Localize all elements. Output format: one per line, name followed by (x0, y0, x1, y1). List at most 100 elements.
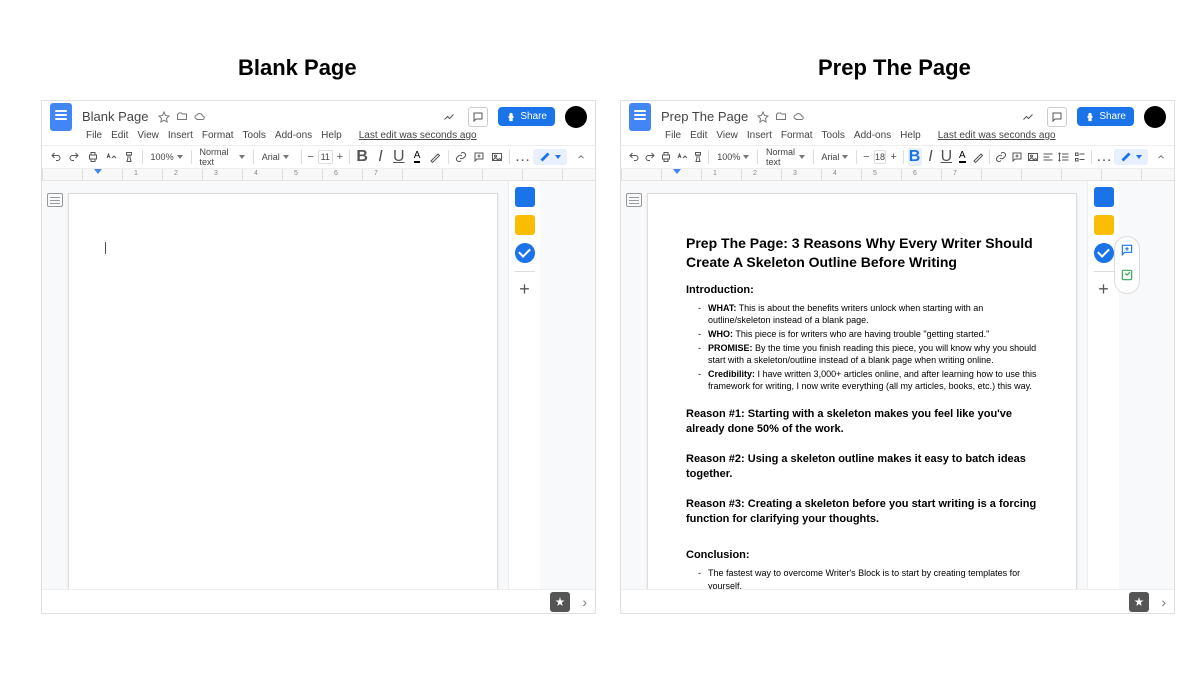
style-select[interactable]: Normal text (762, 148, 809, 166)
bold-button[interactable]: B (354, 148, 370, 166)
hide-menus-button[interactable] (573, 148, 589, 166)
insert-image-button[interactable] (489, 148, 505, 166)
tasks-icon[interactable] (1094, 243, 1114, 263)
menu-view[interactable]: View (716, 130, 738, 141)
line-spacing-button[interactable] (1057, 148, 1071, 166)
font-size-input[interactable]: 11 (318, 150, 333, 164)
activity-icon[interactable] (1021, 110, 1035, 124)
last-edit-link[interactable]: Last edit was seconds ago (359, 130, 477, 141)
keep-icon[interactable] (1094, 215, 1114, 235)
undo-button[interactable] (627, 148, 641, 166)
menu-help[interactable]: Help (321, 130, 342, 141)
underline-button[interactable]: U (939, 148, 953, 166)
increase-font-button[interactable]: + (888, 151, 898, 163)
move-icon[interactable] (774, 110, 788, 124)
star-icon[interactable] (756, 110, 770, 124)
menu-addons[interactable]: Add-ons (854, 130, 891, 141)
menu-format[interactable]: Format (202, 130, 234, 141)
side-panel-toggle-icon[interactable]: › (582, 594, 587, 610)
spellcheck-button[interactable] (675, 148, 689, 166)
paint-format-button[interactable] (121, 148, 137, 166)
cloud-saved-icon[interactable] (792, 110, 806, 124)
menu-file[interactable]: File (665, 130, 681, 141)
account-avatar[interactable] (1144, 106, 1166, 128)
account-avatar[interactable] (565, 106, 587, 128)
editing-mode-button[interactable] (1114, 149, 1148, 165)
document-outline-icon[interactable] (47, 193, 63, 207)
style-select[interactable]: Normal text (195, 148, 248, 166)
print-button[interactable] (659, 148, 673, 166)
text-color-button[interactable]: A (955, 148, 969, 166)
align-button[interactable] (1042, 148, 1056, 166)
comment-history-button[interactable] (468, 107, 488, 127)
menu-view[interactable]: View (137, 130, 159, 141)
redo-button[interactable] (66, 148, 82, 166)
hide-menus-button[interactable] (1154, 148, 1168, 166)
font-select[interactable]: Arial (817, 148, 852, 166)
menu-format[interactable]: Format (781, 130, 813, 141)
last-edit-link[interactable]: Last edit was seconds ago (938, 130, 1056, 141)
menu-help[interactable]: Help (900, 130, 921, 141)
calendar-icon[interactable] (1094, 187, 1114, 207)
add-comment-icon[interactable] (1120, 243, 1134, 262)
menu-tools[interactable]: Tools (243, 130, 266, 141)
suggest-edit-icon[interactable] (1120, 268, 1134, 287)
decrease-font-button[interactable]: − (305, 151, 315, 163)
menu-tools[interactable]: Tools (822, 130, 845, 141)
document-outline-icon[interactable] (626, 193, 642, 207)
font-size-input[interactable]: 18 (874, 150, 887, 164)
activity-icon[interactable] (442, 110, 456, 124)
font-select[interactable]: Arial (258, 148, 297, 166)
italic-button[interactable]: I (924, 148, 938, 166)
keep-icon[interactable] (515, 215, 535, 235)
star-icon[interactable] (157, 110, 171, 124)
checklist-button[interactable] (1073, 148, 1087, 166)
text-color-button[interactable]: A (409, 148, 425, 166)
menu-file[interactable]: File (86, 130, 102, 141)
add-addon-icon[interactable]: + (519, 280, 530, 298)
docs-logo-icon[interactable] (50, 103, 72, 131)
horizontal-ruler[interactable]: 1234567 (621, 169, 1174, 181)
calendar-icon[interactable] (515, 187, 535, 207)
spellcheck-button[interactable] (103, 148, 119, 166)
insert-link-button[interactable] (994, 148, 1008, 166)
underline-button[interactable]: U (391, 148, 407, 166)
explore-button[interactable] (550, 592, 570, 612)
add-comment-button[interactable] (1010, 148, 1024, 166)
print-button[interactable] (85, 148, 101, 166)
zoom-select[interactable]: 100% (147, 148, 187, 166)
insert-image-button[interactable] (1026, 148, 1040, 166)
increase-font-button[interactable]: + (335, 151, 345, 163)
document-title[interactable]: Blank Page (82, 109, 149, 124)
bold-button[interactable]: B (908, 148, 922, 166)
decrease-font-button[interactable]: − (861, 151, 871, 163)
tasks-icon[interactable] (515, 243, 535, 263)
add-comment-button[interactable] (471, 148, 487, 166)
share-button[interactable]: Share (1077, 107, 1134, 126)
menu-edit[interactable]: Edit (111, 130, 128, 141)
undo-button[interactable] (48, 148, 64, 166)
highlight-button[interactable] (427, 148, 443, 166)
insert-link-button[interactable] (453, 148, 469, 166)
docs-logo-icon[interactable] (629, 103, 651, 131)
page-canvas[interactable]: Prep The Page: 3 Reasons Why Every Write… (647, 193, 1077, 589)
side-panel-toggle-icon[interactable]: › (1161, 594, 1166, 610)
share-button[interactable]: Share (498, 107, 555, 126)
menu-insert[interactable]: Insert (747, 130, 772, 141)
move-icon[interactable] (175, 110, 189, 124)
menu-addons[interactable]: Add-ons (275, 130, 312, 141)
editing-mode-button[interactable] (533, 149, 567, 165)
menu-insert[interactable]: Insert (168, 130, 193, 141)
highlight-button[interactable] (971, 148, 985, 166)
paint-format-button[interactable] (691, 148, 705, 166)
menu-edit[interactable]: Edit (690, 130, 707, 141)
page-canvas[interactable] (68, 193, 498, 589)
cloud-saved-icon[interactable] (193, 110, 207, 124)
horizontal-ruler[interactable]: 1234567 (42, 169, 595, 181)
more-tools-button[interactable]: … (514, 148, 530, 166)
document-title[interactable]: Prep The Page (661, 109, 748, 124)
italic-button[interactable]: I (372, 148, 388, 166)
comment-history-button[interactable] (1047, 107, 1067, 127)
zoom-select[interactable]: 100% (713, 148, 753, 166)
add-addon-icon[interactable]: + (1098, 280, 1109, 298)
